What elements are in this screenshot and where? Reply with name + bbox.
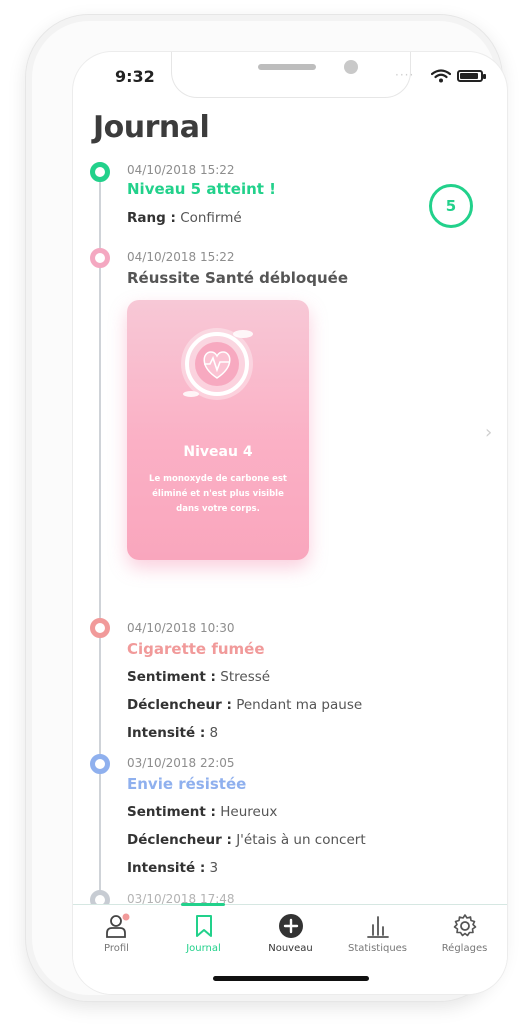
gear-icon (453, 914, 476, 937)
user-icon (105, 913, 129, 938)
detail-label: Rang : (127, 210, 176, 226)
entry-detail-declencheur: Déclencheur : J'étais à un concert (127, 832, 366, 848)
plus-circle-icon (278, 914, 303, 938)
tab-reglages[interactable]: Réglages (421, 913, 507, 963)
front-camera (344, 60, 358, 74)
detail-label: Intensité : (127, 860, 206, 876)
detail-value: Pendant ma pause (236, 697, 363, 713)
detail-value: 3 (209, 860, 219, 876)
tab-label: Nouveau (268, 943, 313, 954)
entry-detail-sentiment: Sentiment : Stressé (127, 669, 270, 685)
tab-label: Profil (104, 943, 129, 954)
notch (171, 52, 411, 98)
battery-icon (457, 70, 486, 82)
achievement-card[interactable]: Niveau 4 Le monoxyde de carbone est élim… (127, 300, 309, 560)
detail-value: 8 (209, 725, 219, 741)
tab-active-indicator (181, 903, 225, 906)
entry-title[interactable]: Cigarette fumée (127, 640, 265, 658)
card-title: Niveau 4 (183, 444, 253, 460)
timeline-dot-craving (90, 754, 110, 774)
entry-date: 03/10/2018 22:05 (127, 756, 235, 770)
entry-title[interactable]: Envie résistée (127, 775, 246, 793)
tab-nouveau[interactable]: Nouveau (247, 913, 334, 963)
entry-date: 04/10/2018 10:30 (127, 621, 235, 635)
detail-value: Stressé (220, 669, 271, 685)
detail-label: Sentiment : (127, 804, 216, 820)
detail-label: Sentiment : (127, 669, 216, 685)
status-time: 9:32 (115, 67, 155, 86)
entry-date: 04/10/2018 15:22 (127, 250, 235, 264)
detail-label: Déclencheur : (127, 697, 232, 713)
entry-detail-intensite: Intensité : 8 (127, 725, 218, 741)
level-badge: 5 (429, 184, 473, 228)
timeline-dot-level (90, 162, 110, 182)
tab-statistiques[interactable]: Statistiques (334, 913, 421, 963)
tab-bar: Profil Journal Nouveau Statistiques Régl… (73, 903, 507, 994)
app-screen: 9:32 ···· Journal 04/10/2018 15:22 Nivea… (72, 51, 508, 995)
detail-label: Intensité : (127, 725, 206, 741)
bar-chart-icon (366, 916, 389, 938)
card-description: Le monoxyde de carbone est éliminé et n'… (149, 474, 287, 514)
speaker (258, 64, 316, 70)
bookmark-icon (195, 915, 212, 937)
entry-date: 04/10/2018 15:22 (127, 163, 235, 177)
tab-label: Journal (186, 943, 221, 954)
home-indicator[interactable] (213, 976, 369, 981)
timeline-dot-achievement (90, 248, 110, 268)
entry-detail-sentiment: Sentiment : Heureux (127, 804, 277, 820)
heart-emblem-icon (181, 328, 253, 400)
entry-title[interactable]: Niveau 5 atteint ! (127, 180, 276, 198)
entry-detail-intensite: Intensité : 3 (127, 860, 218, 876)
chevron-right-icon[interactable]: › (485, 422, 492, 443)
tab-journal[interactable]: Journal (160, 913, 247, 963)
entry-title[interactable]: Réussite Santé débloquée (127, 269, 348, 287)
detail-value: Confirmé (180, 210, 242, 226)
wifi-icon (431, 69, 451, 83)
tab-label: Réglages (441, 943, 488, 954)
tab-profil[interactable]: Profil (73, 913, 160, 963)
timeline-dot-cigarette (90, 618, 110, 638)
timeline-line (99, 170, 101, 905)
phone-frame: 9:32 ···· Journal 04/10/2018 15:22 Nivea… (25, 14, 508, 1002)
detail-value: J'étais à un concert (236, 832, 366, 848)
tab-label: Statistiques (347, 943, 408, 954)
detail-label: Déclencheur : (127, 832, 232, 848)
page-title: Journal (93, 110, 210, 145)
signal-dots: ···· (395, 68, 415, 82)
entry-detail-rang: Rang : Confirmé (127, 210, 242, 226)
entry-detail-declencheur: Déclencheur : Pendant ma pause (127, 697, 362, 713)
detail-value: Heureux (220, 804, 278, 820)
